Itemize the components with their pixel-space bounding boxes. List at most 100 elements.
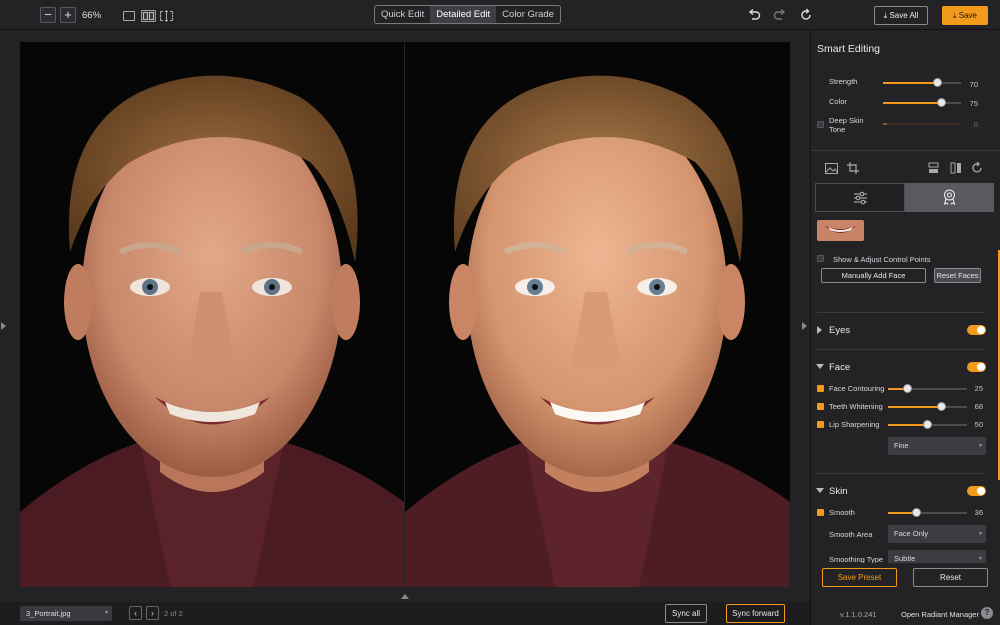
smooth-handle[interactable] <box>911 508 921 517</box>
after-image <box>405 42 790 587</box>
skin-toggle[interactable] <box>967 486 986 496</box>
teeth-whitening-label: Teeth Whitening <box>829 402 883 411</box>
skin-overflow-clip: Smoothing Type Subtle ▾ <box>811 548 1000 563</box>
lip-sharpening-label: Lip Sharpening <box>829 420 880 429</box>
sliders-icon <box>854 191 867 205</box>
zoom-in-button[interactable]: + <box>60 7 76 23</box>
tab-detailed-edit[interactable]: Detailed Edit <box>430 6 497 23</box>
color-label: Color <box>829 97 847 106</box>
expand-eyes-icon[interactable] <box>817 326 822 334</box>
collapse-right-panel-icon[interactable] <box>802 322 807 330</box>
file-selector[interactable]: 3_Portrait.jpg ▾ <box>20 606 112 621</box>
next-image-button[interactable]: › <box>146 606 159 620</box>
zoom-level: 66% <box>82 10 102 21</box>
page-indicator: 2 of 2 <box>164 609 183 618</box>
face-section-title[interactable]: Face <box>829 362 850 373</box>
expand-filmstrip-icon[interactable] <box>401 594 409 599</box>
smoothing-type-select[interactable]: Subtle ▾ <box>888 550 986 563</box>
face-contouring-label: Face Contouring <box>829 384 885 393</box>
face-toggle[interactable] <box>967 362 986 372</box>
rotate-icon[interactable] <box>971 162 983 174</box>
show-control-points-checkbox[interactable] <box>817 255 824 262</box>
save-all-button[interactable]: ⤓ Save All <box>874 6 928 25</box>
deep-skin-tone-label-1: Deep Skin <box>829 116 864 125</box>
color-value: 75 <box>969 99 978 108</box>
smoothing-type-label: Smoothing Type <box>829 555 884 563</box>
divider <box>817 473 984 474</box>
crop-icon[interactable] <box>847 162 859 174</box>
version-label: v.1.1.0.241 <box>840 610 877 619</box>
single-view-icon[interactable] <box>123 11 135 21</box>
tab-adjustments[interactable] <box>815 183 905 212</box>
strength-value: 70 <box>969 80 978 89</box>
flip-vertical-icon[interactable] <box>928 162 939 174</box>
panel-title: Smart Editing <box>817 43 881 55</box>
deep-skin-tone-slider[interactable] <box>883 123 961 125</box>
deep-skin-tone-checkbox[interactable] <box>817 121 824 128</box>
teeth-whitening-value: 68 <box>974 402 983 411</box>
face-contouring-value: 25 <box>974 384 983 393</box>
tab-face[interactable] <box>905 183 994 212</box>
lip-sharpening-handle[interactable] <box>923 420 932 429</box>
smooth-checkbox[interactable] <box>817 509 824 516</box>
smooth-label: Smooth <box>829 508 855 517</box>
deep-skin-tone-fill <box>883 123 887 125</box>
lip-sharpening-mode-value: Fine <box>894 441 909 450</box>
smooth-area-value: Face Only <box>894 529 929 538</box>
face-thumbnail[interactable] <box>817 220 864 241</box>
file-name: 3_Portrait.jpg <box>26 609 71 618</box>
teeth-whitening-fill <box>888 406 942 408</box>
sync-forward-button[interactable]: Sync forward <box>726 604 785 623</box>
save-all-label: Save All <box>889 11 919 20</box>
split-view-icon[interactable] <box>141 10 156 22</box>
tab-color-grade[interactable]: Color Grade <box>496 6 560 23</box>
redo-icon[interactable] <box>773 8 787 22</box>
save-label: Save <box>958 11 977 20</box>
smooth-value: 36 <box>974 508 983 517</box>
reset-button[interactable]: Reset <box>913 568 988 587</box>
strength-slider-fill <box>883 82 938 84</box>
reset-icon[interactable] <box>799 8 813 22</box>
lip-sharpening-mode-select[interactable]: Fine ▾ <box>888 437 986 455</box>
face-contouring-checkbox[interactable] <box>817 385 824 392</box>
deep-skin-tone-label-2: Tone <box>829 125 846 134</box>
flip-horizontal-icon[interactable] <box>950 162 962 174</box>
chevron-down-icon: ▾ <box>104 610 108 616</box>
collapse-face-icon[interactable] <box>816 364 824 369</box>
undo-icon[interactable] <box>747 8 761 22</box>
smoothing-type-value: Subtle <box>894 554 916 563</box>
skin-section-title[interactable]: Skin <box>829 486 847 497</box>
save-button[interactable]: ⤓ Save <box>942 6 988 25</box>
tab-quick-edit[interactable]: Quick Edit <box>375 6 430 23</box>
collapse-skin-icon[interactable] <box>816 488 824 493</box>
sync-all-button[interactable]: Sync all <box>665 604 707 623</box>
mode-switcher: Quick Edit Detailed Edit Color Grade <box>374 5 561 24</box>
chevron-down-icon: ▾ <box>978 556 982 562</box>
save-preset-button[interactable]: Save Preset <box>822 568 897 587</box>
teeth-whitening-checkbox[interactable] <box>817 403 824 410</box>
smooth-area-select[interactable]: Face Only ▾ <box>888 525 986 543</box>
lip-sharpening-value: 50 <box>974 420 983 429</box>
expand-left-panel-icon[interactable] <box>1 322 6 330</box>
before-image <box>20 42 404 587</box>
smooth-area-label: Smooth Area <box>829 530 873 539</box>
app-window: − + 66% Quick Edit Detailed Edit Color G… <box>0 0 1000 625</box>
chevron-down-icon: ▾ <box>978 443 982 449</box>
previous-image-button[interactable]: ‹ <box>129 606 142 620</box>
compare-view-icon[interactable] <box>160 10 173 22</box>
color-slider-handle[interactable] <box>937 98 946 107</box>
eyes-section-title[interactable]: Eyes <box>829 325 850 336</box>
chevron-down-icon: ▾ <box>978 531 982 537</box>
open-radiant-manager-link[interactable]: Open Radiant Manager <box>901 610 979 619</box>
manually-add-face-button[interactable]: Manually Add Face <box>821 268 926 283</box>
divider <box>817 349 984 350</box>
show-control-points-label: Show & Adjust Control Points <box>833 255 931 264</box>
eyes-toggle[interactable] <box>967 325 986 335</box>
lip-sharpening-checkbox[interactable] <box>817 421 824 428</box>
divider <box>811 150 1000 151</box>
image-icon[interactable] <box>825 163 838 174</box>
reset-faces-button[interactable]: Reset Faces <box>934 268 981 283</box>
divider <box>817 312 984 313</box>
help-icon[interactable]: ? <box>981 607 993 619</box>
zoom-out-button[interactable]: − <box>40 7 56 23</box>
